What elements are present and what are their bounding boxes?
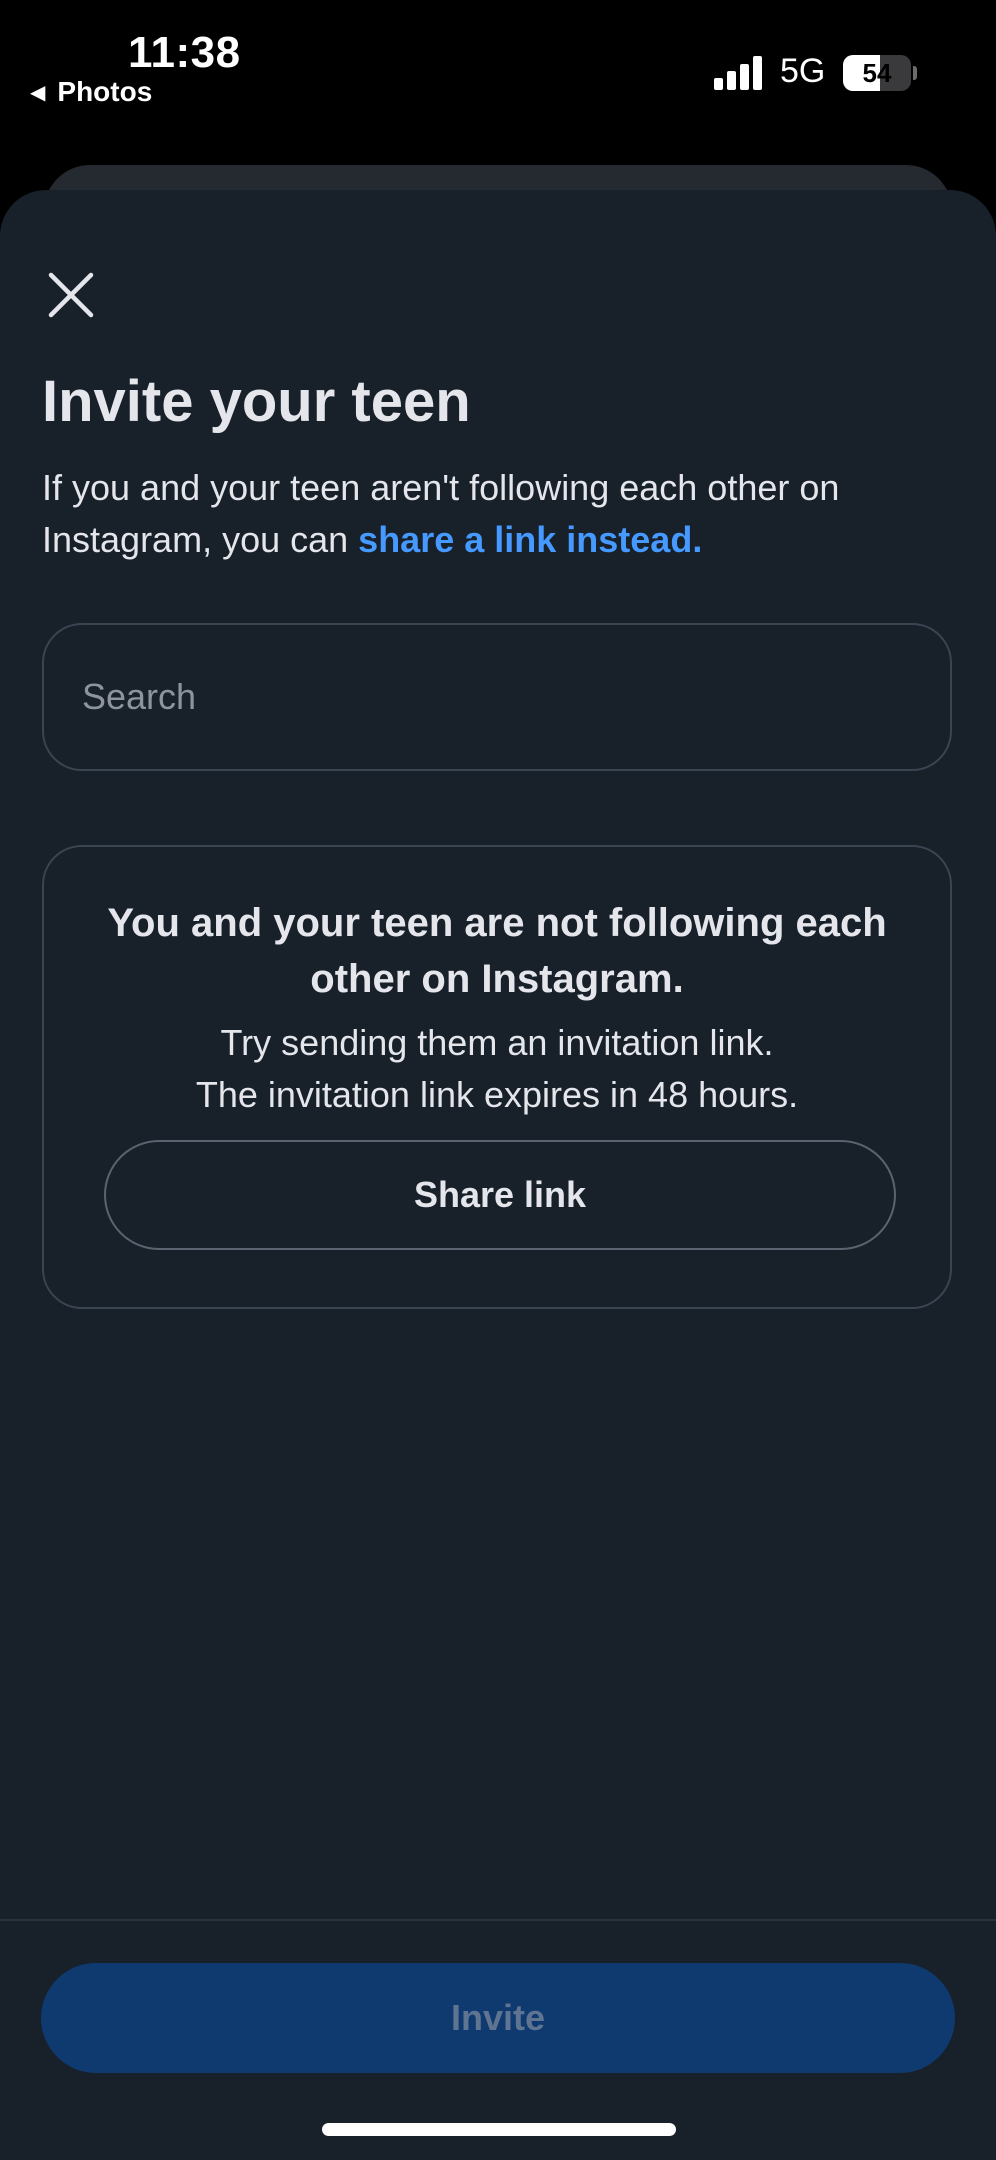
- battery-cap: [913, 66, 917, 80]
- not-following-notice: You and your teen are not following each…: [42, 845, 952, 1309]
- back-to-photos-link[interactable]: ◀ Photos: [30, 76, 152, 108]
- close-button[interactable]: [36, 260, 106, 330]
- network-type: 5G: [780, 52, 826, 90]
- search-input[interactable]: [42, 623, 952, 771]
- notice-line-2: The invitation link expires in 48 hours.: [195, 1074, 799, 1115]
- notice-line-1: Try sending them an invitation link.: [220, 1022, 774, 1063]
- back-arrow-icon: ◀: [30, 81, 46, 104]
- share-link-instead-link[interactable]: share a link instead.: [358, 519, 702, 560]
- back-label: Photos: [57, 76, 153, 107]
- notice-heading: You and your teen are not following each…: [107, 901, 887, 1001]
- page-title: Invite your teen: [42, 369, 471, 434]
- invite-button[interactable]: Invite: [41, 1963, 955, 2073]
- battery-icon: 54: [843, 55, 911, 91]
- cellular-signal-icon: [714, 56, 762, 90]
- close-icon: [48, 272, 94, 318]
- share-link-button[interactable]: Share link: [104, 1140, 896, 1250]
- battery-level: 54: [862, 57, 892, 88]
- home-indicator: [322, 2123, 676, 2136]
- subtitle: If you and your teen aren't following ea…: [42, 462, 972, 566]
- footer-divider: [0, 1919, 996, 1921]
- status-time: 11:38: [128, 28, 241, 77]
- notice-body: Try sending them an invitation link. The…: [44, 1017, 950, 1121]
